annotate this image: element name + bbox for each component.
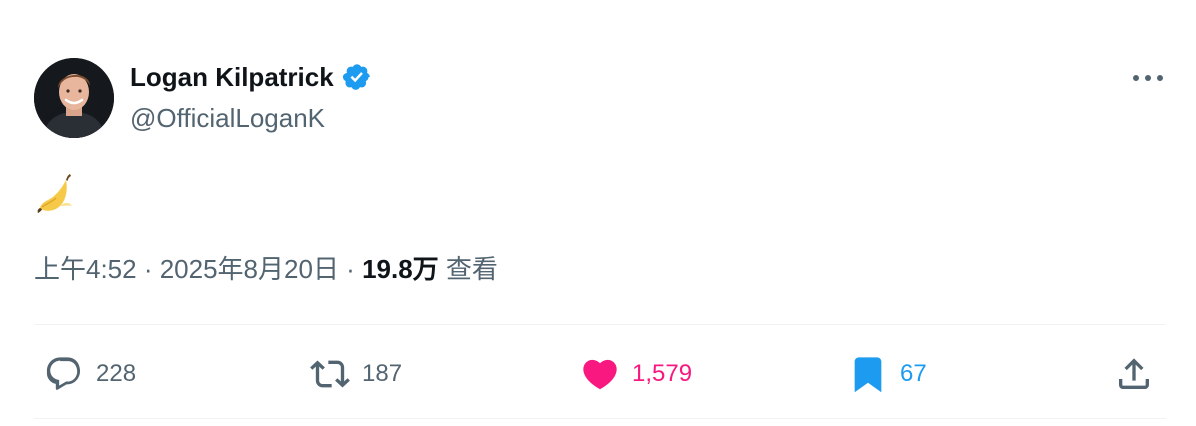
like-count: 1,579 xyxy=(632,360,693,387)
author-display-name[interactable]: Logan Kilpatrick xyxy=(130,60,334,94)
verified-badge-icon[interactable] xyxy=(342,62,372,92)
bookmark-icon xyxy=(854,357,882,393)
avatar-photo xyxy=(34,58,114,138)
views-count: 19.8万 xyxy=(362,254,439,284)
avatar[interactable] xyxy=(34,58,114,138)
tweet-time[interactable]: 上午4:52 xyxy=(34,254,137,284)
action-bar: 228 187 1,579 67 xyxy=(0,348,1196,400)
retweet-icon xyxy=(310,360,350,388)
meta-separator: · xyxy=(136,254,160,284)
views-label: 查看 xyxy=(438,254,498,284)
share-icon xyxy=(1119,358,1149,389)
retweet-count: 187 xyxy=(362,360,403,387)
more-options-icon[interactable] xyxy=(1128,66,1168,90)
tweet-card: Logan Kilpatrick @OfficialLoganK 上午4:52 … xyxy=(0,0,1196,426)
author-handle[interactable]: @OfficialLoganK xyxy=(130,101,325,135)
author-name-row[interactable]: Logan Kilpatrick xyxy=(130,60,372,94)
tweet-meta: 上午4:52 · 2025年8月20日 · 19.8万 查看 xyxy=(34,252,498,286)
bookmark-button[interactable]: 67 xyxy=(848,348,927,400)
tweet-content-banana-icon xyxy=(34,172,78,216)
divider xyxy=(34,324,1166,325)
divider xyxy=(34,418,1166,419)
meta-separator: · xyxy=(338,254,363,284)
reply-count: 228 xyxy=(96,360,137,387)
heart-icon xyxy=(583,359,617,390)
share-button[interactable] xyxy=(1114,348,1154,400)
bookmark-count: 67 xyxy=(900,360,927,387)
tweet-date[interactable]: 2025年8月20日 xyxy=(160,254,339,284)
like-button[interactable]: 1,579 xyxy=(580,348,692,400)
reply-icon xyxy=(46,357,81,390)
reply-button[interactable]: 228 xyxy=(44,348,136,400)
retweet-button[interactable]: 187 xyxy=(310,348,402,400)
